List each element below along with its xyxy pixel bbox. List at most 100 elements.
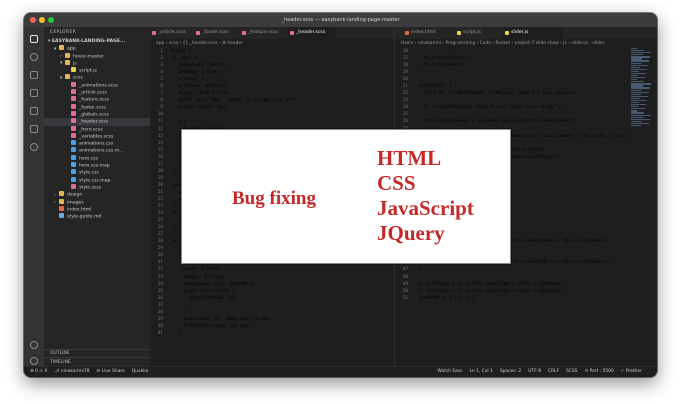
status-item[interactable]: Quokka — [132, 369, 149, 374]
file-tree-item[interactable]: › images — [44, 198, 150, 206]
file-tree-item[interactable]: animations.css.m... — [44, 147, 150, 154]
file-tree-item[interactable]: animations.css — [44, 140, 150, 147]
editor-tab[interactable]: _header.scss — [288, 27, 336, 39]
outline-section[interactable]: OUTLINE — [44, 349, 150, 357]
minimap-line — [631, 83, 651, 85]
file-tree-item[interactable]: _footer.scss — [44, 103, 150, 111]
file-tree-item[interactable]: _animations.scss — [44, 81, 150, 89]
code-line: 37 } — [150, 302, 394, 309]
code-line: 1 .header { — [150, 48, 394, 55]
explorer-icon[interactable] — [30, 35, 38, 43]
file-tree-label: _variables.scss — [79, 134, 114, 140]
status-item[interactable]: Watch Sass — [437, 369, 462, 374]
code-line: 32 width: 1.7rem; — [150, 266, 394, 273]
file-tree-item[interactable]: style.css.map — [44, 176, 150, 184]
status-item[interactable]: ✓ Prettier — [621, 369, 642, 374]
editor-tab[interactable]: slider.js — [503, 27, 563, 39]
line-number: 23 — [157, 204, 163, 210]
minimap-line — [631, 114, 651, 116]
line-number: 49 — [402, 281, 408, 287]
file-tree-item[interactable]: style.scss — [44, 183, 150, 191]
status-item[interactable]: Spaces: 2 — [500, 369, 521, 374]
remote-explorer-icon[interactable] — [30, 125, 38, 133]
file-tree-label: _feature.scss — [79, 97, 110, 103]
code-text: this.autoShow(); — [413, 63, 465, 69]
editor-tab[interactable]: index.html — [403, 27, 455, 39]
status-item[interactable]: ⊙ Port : 5500 — [585, 369, 614, 374]
file-tree-item[interactable]: _feature.scss — [44, 96, 150, 103]
status-item[interactable]: CRLF — [548, 369, 559, 374]
minimap-line — [631, 97, 640, 100]
project-folder[interactable]: ▾ EASYBANK-LANDING-PAGE... — [44, 38, 150, 45]
line-number: 24 — [402, 105, 408, 111]
line-number: 2 — [160, 56, 163, 62]
code-text: .header { — [168, 49, 192, 54]
source-control-icon[interactable] — [30, 71, 38, 79]
explorer-sidebar: EXPLORER ▾ EASYBANK-LANDING-PAGE... ▾ app… — [44, 27, 150, 366]
code-line: 4 padding: 1.6rem; — [150, 69, 394, 76]
status-item[interactable]: ⎇ ninakarimi78 — [54, 369, 89, 374]
run-debug-icon[interactable] — [30, 89, 38, 97]
file-tree-item[interactable]: hero.css.map — [44, 162, 150, 169]
folder-file-icon — [59, 45, 64, 51]
file-tree-item[interactable]: ▾ js — [44, 59, 150, 67]
breadcrumb-right[interactable]: Users › ninakarimi › Programming › Code … — [395, 39, 657, 48]
editor-tab-label: _header.scss — [296, 30, 326, 35]
file-tree-item[interactable]: _hero.scss — [44, 125, 150, 133]
scss-file-icon — [71, 89, 76, 95]
file-tree-item[interactable]: style.css — [44, 169, 150, 176]
line-number: 9 — [160, 105, 163, 111]
file-tree-label: _footer.scss — [79, 105, 106, 111]
file-tree-item[interactable]: ▾ app — [44, 45, 150, 52]
file-tree-item[interactable]: › hover-master — [44, 52, 150, 60]
code-line: 22 let { el: sliderElement, slideClass, … — [395, 90, 657, 97]
code-line: 41 } — [150, 330, 394, 337]
folder-file-icon — [65, 52, 70, 58]
file-tree-item[interactable]: _globals.scss — [44, 110, 150, 118]
extensions-icon[interactable] — [30, 107, 38, 115]
file-tree-label: design — [67, 192, 83, 198]
status-item[interactable]: Ln 1, Col 1 — [469, 369, 492, 374]
timeline-section[interactable]: TIMELINE — [44, 357, 150, 366]
editor-tab[interactable]: _footer.scss — [194, 27, 240, 39]
line-number: 48 — [402, 274, 408, 280]
css-file-icon — [71, 176, 76, 182]
file-tree: ▾ app › hover-master ▾ js script.js ▾ scss _anima… — [44, 45, 150, 220]
account-icon[interactable] — [30, 341, 38, 349]
status-item[interactable]: UTF-8 — [528, 369, 541, 374]
file-tree-item[interactable]: index.html — [44, 205, 150, 213]
editor-tab[interactable]: _article.scss — [150, 27, 194, 39]
code-text: // nextSlide = () => this.showSlides(++t… — [413, 288, 564, 294]
file-tree-item[interactable]: ▾ scss — [44, 74, 150, 81]
file-tree-item[interactable]: _header.scss — [44, 118, 150, 126]
window-title: _header.scss — easybank-landing-page-mas… — [281, 17, 400, 23]
breadcrumb-left[interactable]: app › scss › {} _header.scss › ⚙ header — [150, 39, 394, 48]
minimap-line — [631, 124, 641, 127]
minimap[interactable] — [631, 48, 653, 138]
search-icon[interactable] — [30, 53, 38, 61]
file-tree-item[interactable]: _article.scss — [44, 89, 150, 96]
code-line: 26 this.sliderElement = document.querySe… — [395, 118, 657, 125]
file-tree-item[interactable]: _variables.scss — [44, 132, 150, 140]
status-bar: ⊗ 0 ⚠ 0 ⎇ ninakarimi78 ⟳ Live Share Quokka … — [24, 366, 657, 377]
file-tree-item[interactable]: hero.css — [44, 154, 150, 162]
file-tree-item[interactable]: script.js — [44, 67, 150, 74]
file-tree-label: style.css — [79, 170, 99, 176]
folder-file-icon — [59, 191, 64, 197]
file-tree-label: _globals.scss — [79, 112, 109, 118]
settings-gear-icon[interactable] — [30, 357, 38, 365]
status-item[interactable]: ⟳ Live Share — [97, 369, 125, 374]
status-item[interactable]: ⊗ 0 ⚠ 0 — [30, 369, 47, 374]
file-tree-label: animations.css — [79, 141, 114, 147]
code-text: transform-origin: 1px 1px; — [168, 323, 251, 329]
file-tree-item[interactable]: › design — [44, 191, 150, 198]
folder-file-icon — [65, 59, 70, 65]
file-tree-item[interactable]: style-guide.md — [44, 213, 150, 220]
editor-tab[interactable]: script.js — [455, 27, 503, 39]
minimap-line — [631, 85, 643, 87]
file-tree-label: _article.scss — [79, 90, 107, 96]
editor-tab[interactable]: _feature.scss — [240, 27, 288, 39]
scss-file-icon — [71, 132, 76, 138]
live-share-icon[interactable] — [30, 143, 38, 151]
status-item[interactable]: SCSS — [566, 369, 577, 374]
